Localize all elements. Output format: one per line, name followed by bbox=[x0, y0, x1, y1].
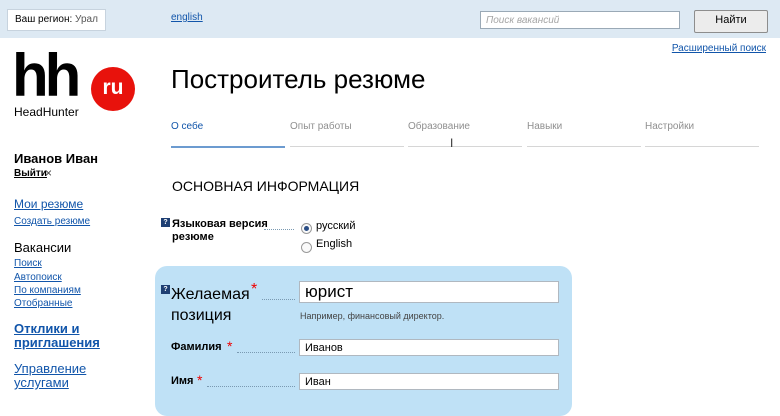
region-value: Урал bbox=[75, 14, 98, 25]
manage-services-link[interactable]: Управление услугами bbox=[14, 362, 86, 390]
responses-line-1: Отклики и bbox=[14, 321, 80, 336]
page-title: Построитель резюме bbox=[171, 64, 426, 94]
language-version-label: Языковая версия резюме bbox=[172, 218, 268, 243]
step-settings[interactable]: Настройки bbox=[645, 121, 759, 147]
required-mark: * bbox=[197, 372, 203, 388]
surname-input[interactable] bbox=[299, 339, 559, 356]
logout-link[interactable]: Выйти bbox=[14, 168, 47, 179]
text-cursor-icon: I bbox=[450, 136, 454, 150]
step-education[interactable]: Образование bbox=[408, 121, 522, 147]
autosearch-link[interactable]: Автопоиск bbox=[14, 272, 62, 283]
create-resume-link[interactable]: Создать резюме bbox=[14, 216, 90, 227]
vacancy-search-input[interactable] bbox=[480, 11, 680, 29]
responses-invitations-link[interactable]: Отклики и приглашения bbox=[14, 322, 100, 350]
help-icon[interactable]: ? bbox=[161, 285, 170, 294]
vacancy-search-link[interactable]: Поиск bbox=[14, 258, 42, 269]
english-language-link[interactable]: english bbox=[171, 12, 203, 23]
radio-english-label[interactable]: English bbox=[316, 238, 352, 250]
label-divider bbox=[262, 299, 295, 300]
label-divider bbox=[237, 352, 295, 353]
services-line-2: услугами bbox=[14, 375, 69, 390]
headhunter-logo[interactable]: hh ru HeadHunter bbox=[12, 42, 144, 123]
position-hint: Например, финансовый директор. bbox=[300, 311, 445, 321]
first-name-label: Имя bbox=[171, 375, 194, 387]
responses-line-2: приглашения bbox=[14, 335, 100, 350]
position-label: Желаемая позиция bbox=[171, 284, 261, 326]
position-label-text: Желаемая позиция bbox=[171, 286, 250, 324]
step-skills[interactable]: Навыки bbox=[527, 121, 641, 147]
logo-mark: hh bbox=[12, 42, 81, 109]
services-line-1: Управление bbox=[14, 361, 87, 376]
top-bar: Ваш регион: Урал english Найти bbox=[0, 0, 780, 38]
search-button[interactable]: Найти bbox=[694, 10, 768, 33]
step-experience[interactable]: Опыт работы bbox=[290, 121, 404, 147]
step-about[interactable]: О себе bbox=[171, 121, 285, 148]
label-divider bbox=[264, 229, 294, 230]
vacancies-heading: Вакансии bbox=[14, 240, 72, 255]
radio-russian[interactable] bbox=[301, 223, 312, 234]
label-divider bbox=[207, 386, 295, 387]
first-name-input[interactable] bbox=[299, 373, 559, 390]
my-resumes-link[interactable]: Мои резюме bbox=[14, 197, 83, 211]
region-selector[interactable]: Ваш регион: Урал bbox=[7, 9, 106, 31]
logo-brand-name: HeadHunter bbox=[14, 105, 79, 119]
region-label: Ваш регион: bbox=[15, 14, 73, 25]
radio-russian-label[interactable]: русский bbox=[316, 220, 355, 232]
help-icon[interactable]: ? bbox=[161, 218, 170, 227]
surname-label: Фамилия bbox=[171, 341, 222, 353]
selected-vacancies-link[interactable]: Отобранные bbox=[14, 298, 72, 309]
position-input[interactable] bbox=[299, 281, 559, 303]
advanced-search-link[interactable]: Расширенный поиск bbox=[672, 43, 766, 54]
logo-ru-badge: ru bbox=[91, 67, 135, 111]
by-companies-link[interactable]: По компаниям bbox=[14, 285, 81, 296]
user-name: Иванов Иван bbox=[14, 151, 99, 166]
required-mark: * bbox=[251, 281, 258, 298]
radio-english[interactable] bbox=[301, 242, 312, 253]
section-title: ОСНОВНАЯ ИНФОРМАЦИЯ bbox=[172, 178, 360, 194]
close-icon[interactable]: × bbox=[45, 166, 52, 180]
required-mark: * bbox=[227, 338, 233, 354]
